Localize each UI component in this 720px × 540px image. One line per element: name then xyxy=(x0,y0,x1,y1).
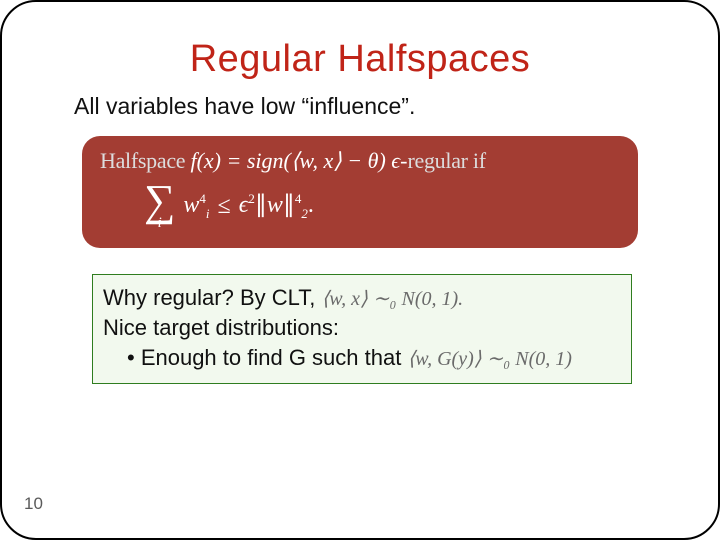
remark-1a: Why regular? By CLT, xyxy=(103,285,321,310)
remark-3a: • Enough to find G such that xyxy=(127,345,407,370)
slide-title: Regular Halfspaces xyxy=(2,38,718,81)
lhs-base: w xyxy=(183,192,199,218)
sigma-icon: ∑ xyxy=(144,182,175,219)
slide-frame: Regular Halfspaces All variables have lo… xyxy=(0,0,720,540)
remark-line-3: • Enough to find G such that ⟨w, G(y)⟩ ∼… xyxy=(127,343,619,373)
norm-sup: 4 xyxy=(295,191,302,206)
remark-3-math: ⟨w, G(y)⟩ ∼₀ N(0, 1) xyxy=(407,348,571,370)
period: . xyxy=(308,192,314,218)
remark-line-1: Why regular? By CLT, ⟨w, x⟩ ∼₀ N(0, 1). xyxy=(103,283,619,313)
def-fx: f(x) = sign(⟨w, x⟩ − θ) xyxy=(190,148,385,173)
sum-index: i xyxy=(158,217,162,230)
definition-inequality: ∑ i w4i ≤ ϵ2∥w∥42. xyxy=(144,182,620,230)
leq: ≤ xyxy=(218,193,231,220)
def-trail: regular if xyxy=(407,148,485,173)
def-eps: ϵ- xyxy=(386,148,408,173)
norm-open: ∥ xyxy=(255,192,267,218)
lhs-sub: i xyxy=(206,205,210,220)
def-lead: Halfspace xyxy=(100,148,190,173)
lhs-sup: 4 xyxy=(199,191,206,206)
definition-line-1: Halfspace f(x) = sign(⟨w, x⟩ − θ) ϵ-regu… xyxy=(100,148,620,174)
eps: ϵ xyxy=(239,192,249,218)
norm-close: ∥ xyxy=(283,192,295,218)
definition-box: Halfspace f(x) = sign(⟨w, x⟩ − θ) ϵ-regu… xyxy=(82,136,638,248)
page-number: 10 xyxy=(24,494,43,514)
remark-1-math: ⟨w, x⟩ ∼₀ N(0, 1). xyxy=(321,288,463,310)
remark-box: Why regular? By CLT, ⟨w, x⟩ ∼₀ N(0, 1). … xyxy=(92,274,632,384)
remark-line-2: Nice target distributions: xyxy=(103,313,619,343)
norm-w: w xyxy=(267,192,283,218)
rhs-term: ϵ2∥w∥42. xyxy=(239,190,314,222)
sum-symbol: ∑ i xyxy=(144,182,175,230)
slide-subtitle: All variables have low “influence”. xyxy=(74,93,718,120)
lhs-term: w4i xyxy=(183,191,209,222)
